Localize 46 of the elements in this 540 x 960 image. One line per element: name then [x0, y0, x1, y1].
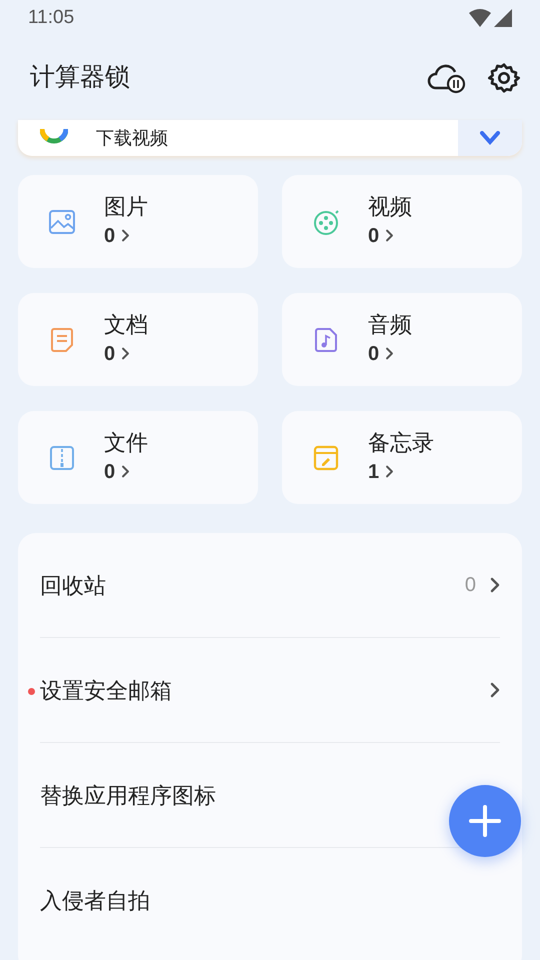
menu-item[interactable]: 回收站: [40, 572, 106, 598]
settings-icon[interactable]: [488, 62, 520, 94]
category-count: 0: [104, 460, 116, 484]
document-icon: [48, 326, 76, 354]
category-card[interactable]: 备忘录 1: [282, 411, 522, 504]
note-edit-icon: [312, 444, 340, 472]
category-count: 0: [104, 342, 116, 366]
music-file-icon: [312, 326, 340, 354]
status-time: 11:05: [28, 6, 74, 30]
chevron-icon: [385, 347, 394, 360]
download-button[interactable]: [458, 120, 522, 156]
plus-icon: [469, 805, 501, 837]
category-count: 0: [104, 224, 116, 248]
chevron-icon: [121, 229, 130, 242]
cloud-sync-icon[interactable]: [426, 62, 468, 94]
banner-label: 下载视频: [96, 126, 169, 150]
category-label: 文件: [104, 428, 148, 456]
category-card[interactable]: 文件 0: [18, 411, 258, 504]
chevron-icon: [385, 465, 394, 478]
image-icon: [48, 208, 76, 236]
category-card[interactable]: 图片 0: [18, 175, 258, 268]
zip-file-icon: [48, 444, 76, 472]
category-label: 视频: [368, 192, 412, 220]
category-count: 1: [368, 460, 380, 484]
category-card[interactable]: 视频 0: [282, 175, 522, 268]
menu-item[interactable]: 设置安全邮箱: [40, 678, 172, 702]
menu-item[interactable]: 入侵者自拍: [40, 888, 150, 913]
signal-icon: [494, 9, 512, 27]
category-count: 0: [368, 342, 380, 366]
chevron-icon: [121, 347, 130, 360]
wifi-icon: [469, 9, 491, 27]
chevron-icon: [121, 465, 130, 478]
category-label: 图片: [104, 192, 148, 220]
menu-item[interactable]: 替换应用程序图标: [40, 782, 216, 808]
menu-count: 0: [464, 573, 476, 598]
category-label: 备忘录: [368, 428, 434, 456]
category-count: 0: [368, 224, 380, 248]
category-label: 音频: [368, 310, 412, 338]
app-title: 计算器锁: [30, 62, 130, 94]
film-reel-icon: [312, 208, 340, 236]
download-icon: [480, 131, 500, 145]
chevron-icon: [385, 229, 394, 242]
download-banner[interactable]: 下载视频: [18, 120, 522, 156]
category-label: 文档: [104, 310, 148, 338]
category-card[interactable]: 文档 0: [18, 293, 258, 386]
category-card[interactable]: 音频 0: [282, 293, 522, 386]
